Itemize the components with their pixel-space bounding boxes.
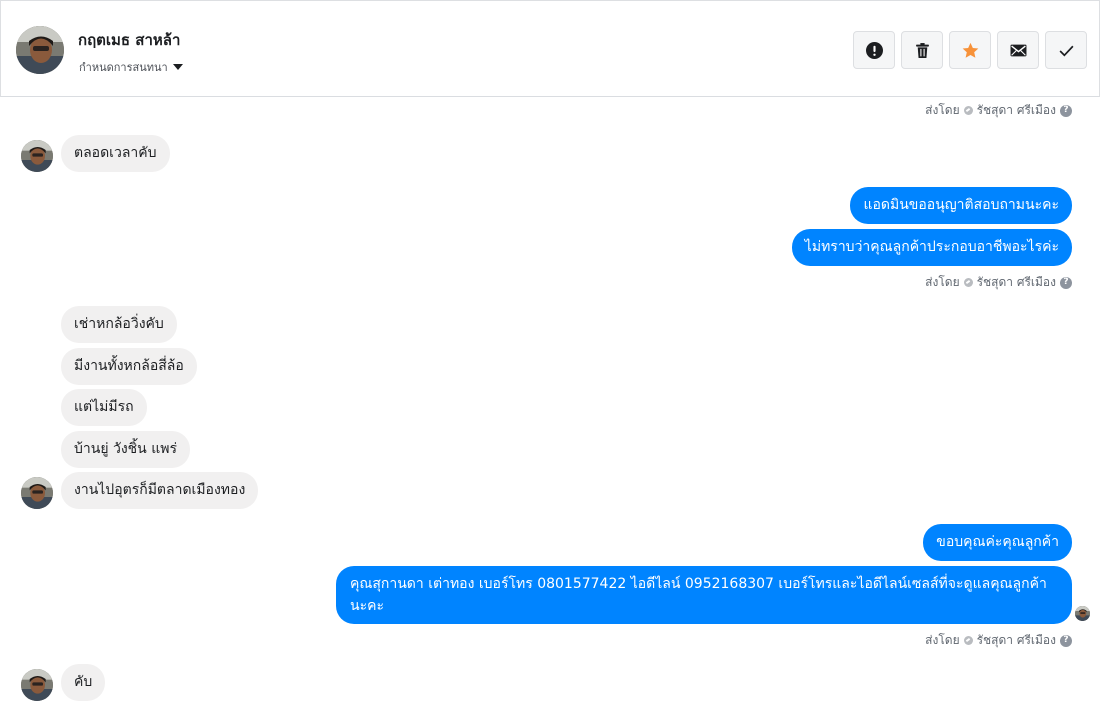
contact-avatar-small[interactable] xyxy=(21,477,53,509)
check-icon xyxy=(1059,45,1073,57)
outgoing-message: คุณสุกานดา เต่าทอง เบอร์โทร 0801577422 ไ… xyxy=(336,566,1072,624)
sent-by-info: ส่งโดย รัชสุดา ศรีเมือง ? xyxy=(925,273,1072,292)
mark-done-button[interactable] xyxy=(1045,31,1087,69)
admin-badge-icon xyxy=(963,278,973,287)
seen-avatar xyxy=(1075,606,1090,621)
help-icon[interactable]: ? xyxy=(1060,104,1072,117)
trash-icon xyxy=(915,42,929,58)
conversation-header: กฤตเมธ สาหล้า กำหนดการสนทนา xyxy=(0,0,1100,97)
outgoing-message: ไม่ทราบว่าคุณลูกค้าประกอบอาชีพอะไรค่ะ xyxy=(791,229,1072,266)
caret-down-icon xyxy=(172,64,183,70)
contact-avatar[interactable] xyxy=(16,26,64,74)
sent-by-name[interactable]: รัชสุดา ศรีเมือง xyxy=(977,101,1056,120)
outgoing-message: แอดมินขออนุญาติสอบถามนะคะ xyxy=(850,187,1072,224)
assign-conversation-label: กำหนดการสนทนา xyxy=(79,61,168,74)
envelope-icon xyxy=(1010,44,1026,56)
sent-by-name[interactable]: รัชสุดา ศรีเมือง xyxy=(977,631,1056,650)
admin-badge-icon xyxy=(963,106,973,115)
help-icon[interactable]: ? xyxy=(1060,276,1072,289)
mark-spam-button[interactable] xyxy=(853,31,895,69)
conversation-toolbar xyxy=(853,31,1087,69)
help-icon[interactable]: ? xyxy=(1060,634,1072,647)
incoming-message: ตลอดเวลาคับ xyxy=(61,135,170,172)
assign-conversation-dropdown[interactable]: กำหนดการสนทนา xyxy=(79,58,183,76)
sent-by-info: ส่งโดย รัชสุดา ศรีเมือง ? xyxy=(925,101,1072,120)
incoming-message: เช่าหกล้อวิ่งคับ xyxy=(61,306,177,343)
incoming-message: แต่ไม่มีรถ xyxy=(61,389,147,426)
sent-by-prefix: ส่งโดย xyxy=(925,633,960,647)
incoming-message: งานไปอุตรก็มีตลาดเมืองทอง xyxy=(61,472,259,509)
sent-by-prefix: ส่งโดย xyxy=(925,275,960,289)
incoming-message: คับ xyxy=(61,664,106,701)
sent-by-prefix: ส่งโดย xyxy=(925,103,960,117)
delete-button[interactable] xyxy=(901,31,943,69)
incoming-message: มีงานทั้งหกล้อสี่ล้อ xyxy=(61,348,197,385)
admin-badge-icon xyxy=(963,636,973,645)
contact-name[interactable]: กฤตเมธ สาหล้า xyxy=(78,28,180,52)
contact-avatar-small[interactable] xyxy=(21,140,53,172)
incoming-message: บ้านยู่ วังชิ้น แพร่ xyxy=(61,431,190,468)
outgoing-message: ขอบคุณค่ะคุณลูกค้า xyxy=(923,524,1072,561)
star-icon xyxy=(962,42,978,58)
star-button[interactable] xyxy=(949,31,991,69)
exclamation-circle-icon xyxy=(865,41,883,59)
contact-avatar-small[interactable] xyxy=(21,669,53,701)
sent-by-name[interactable]: รัชสุดา ศรีเมือง xyxy=(977,273,1056,292)
sent-by-info: ส่งโดย รัชสุดา ศรีเมือง ? xyxy=(925,631,1072,650)
mark-unread-button[interactable] xyxy=(997,31,1039,69)
